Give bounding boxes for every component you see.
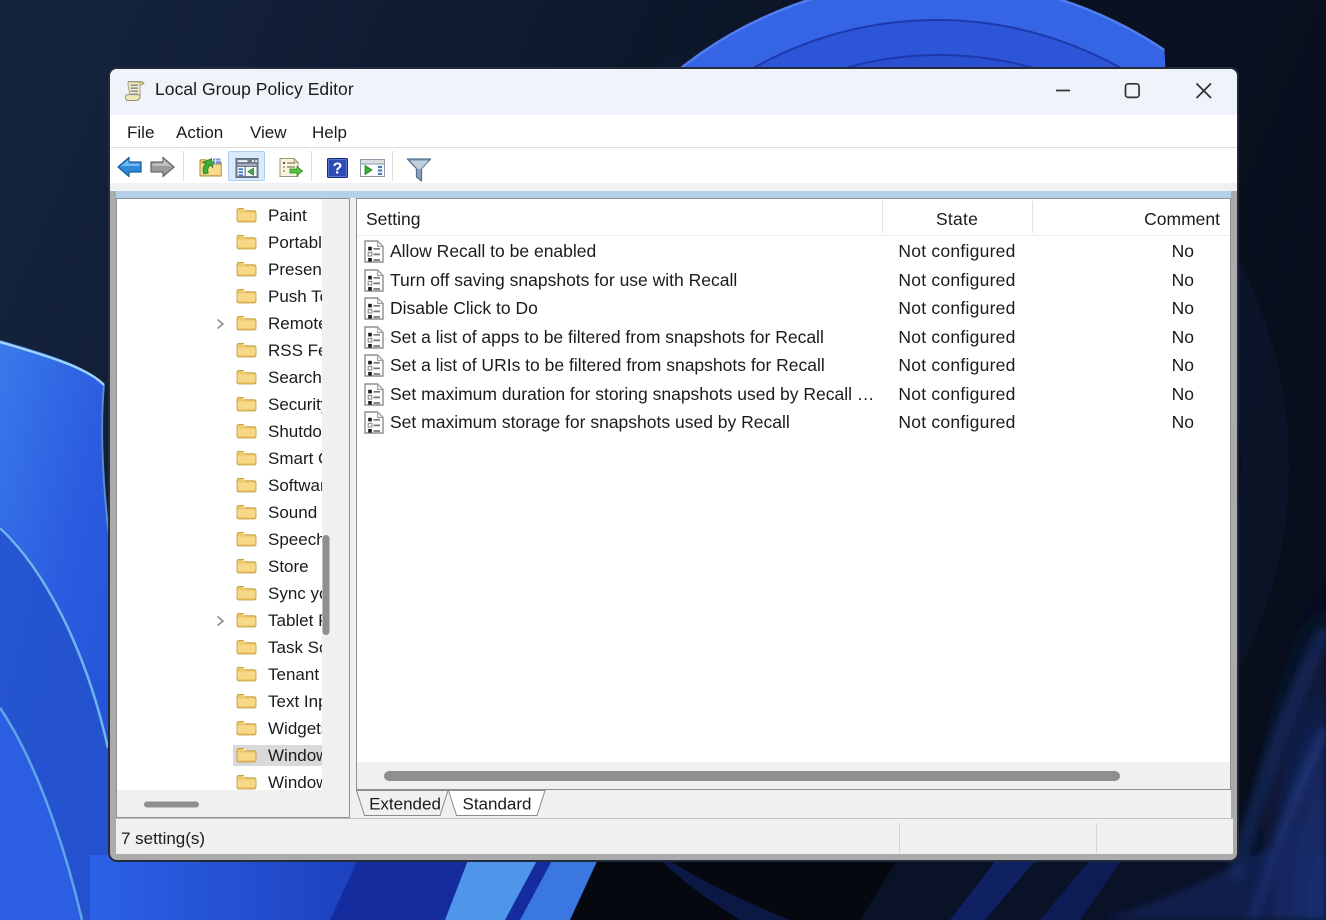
svg-text:?: ? <box>333 161 343 178</box>
svg-text:Extended: Extended <box>369 795 441 814</box>
svg-text:Standard: Standard <box>463 795 532 814</box>
